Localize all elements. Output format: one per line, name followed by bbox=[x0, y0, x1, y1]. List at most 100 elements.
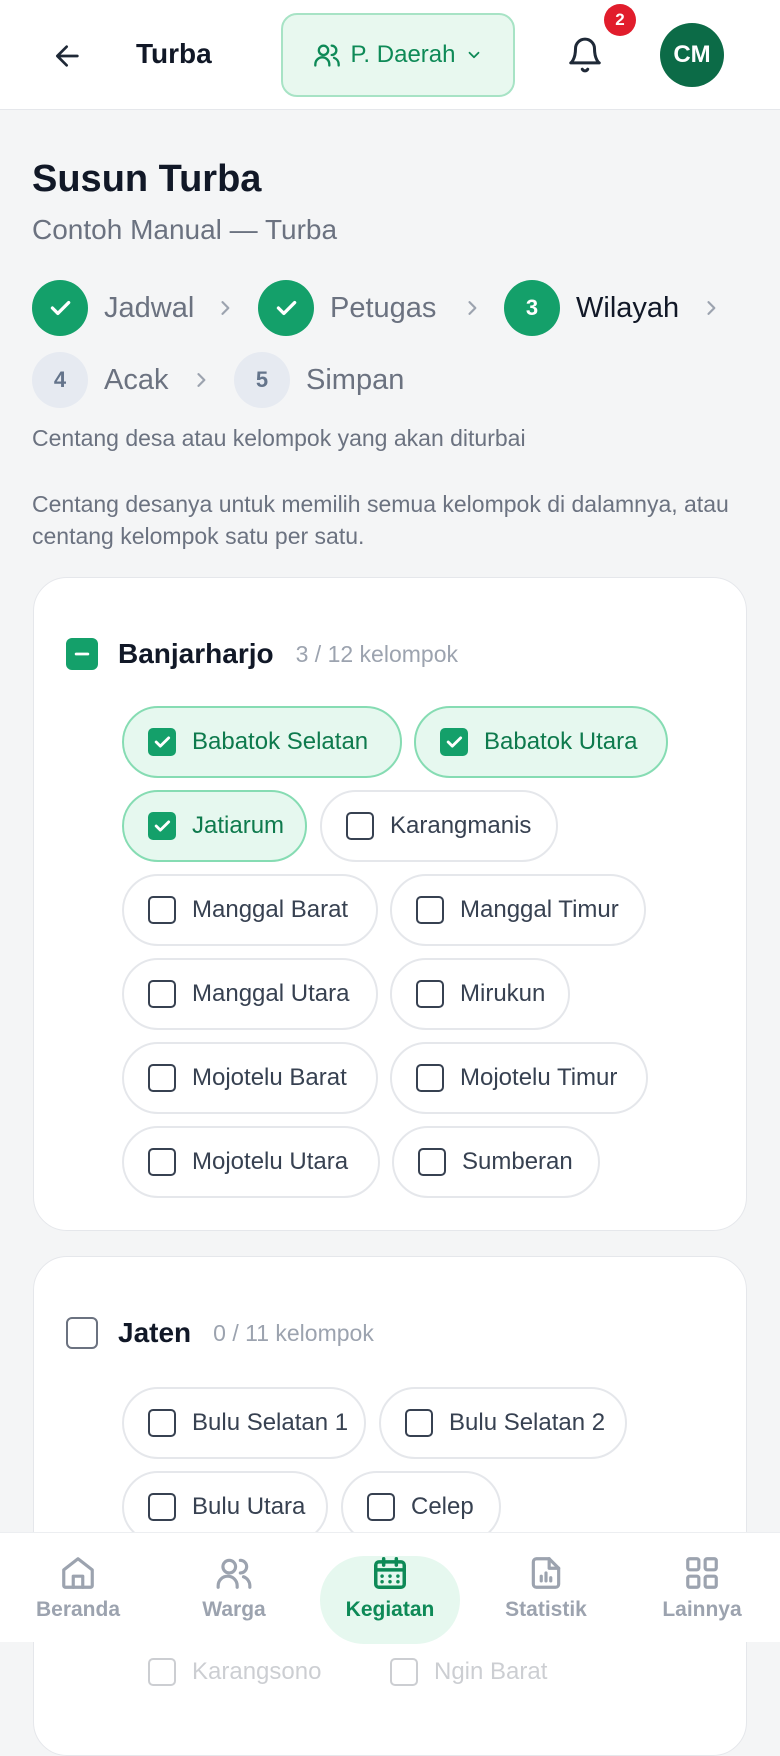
calendar-icon bbox=[374, 1557, 406, 1589]
step-simpan[interactable]: 5 Simpan bbox=[234, 352, 404, 408]
chevron-right-icon bbox=[221, 301, 230, 315]
group-chip[interactable]: Karangsono bbox=[148, 1658, 321, 1686]
checkbox-unchecked bbox=[346, 812, 374, 840]
users-icon bbox=[313, 44, 340, 67]
group-chip[interactable]: Jatiarum bbox=[122, 790, 307, 862]
group-chip[interactable]: Karangmanis bbox=[320, 790, 558, 862]
step-wilayah[interactable]: 3 Wilayah bbox=[504, 280, 679, 336]
users-icon bbox=[216, 1558, 252, 1589]
arrow-left-icon bbox=[56, 45, 79, 67]
checkbox-unchecked bbox=[148, 980, 176, 1008]
group-chip[interactable]: Manggal Utara bbox=[122, 958, 378, 1030]
grid-icon bbox=[686, 1557, 718, 1589]
step-done-check bbox=[258, 280, 314, 336]
group-label: Mojotelu Barat bbox=[192, 1064, 347, 1091]
nav-item-lainnya[interactable]: Lainnya bbox=[624, 1533, 780, 1643]
village-checkbox-partial[interactable] bbox=[66, 638, 98, 670]
notification-badge: 2 bbox=[604, 4, 636, 36]
checkbox-unchecked bbox=[148, 896, 176, 924]
bottom-navigation: Beranda Warga Kegiatan Statistik Lainnya bbox=[0, 1532, 780, 1644]
nav-label: Beranda bbox=[35, 1598, 121, 1621]
bell-icon bbox=[569, 37, 601, 73]
group-label: Manggal Utara bbox=[192, 980, 350, 1007]
group-label: Karangsono bbox=[192, 1658, 322, 1685]
instruction-hint: Centang desanya untuk memilih semua kelo… bbox=[32, 491, 729, 549]
step-label: Acak bbox=[104, 363, 169, 396]
group-label: Bulu Utara bbox=[192, 1493, 306, 1520]
village-header: Jaten 0 / 11 kelompok bbox=[66, 1317, 374, 1349]
group-label: Mirukun bbox=[460, 980, 546, 1007]
group-label: Karangmanis bbox=[390, 812, 532, 839]
check-icon bbox=[154, 736, 171, 748]
checkbox-unchecked bbox=[367, 1493, 395, 1521]
village-checkbox-unchecked[interactable] bbox=[66, 1317, 98, 1349]
check-icon bbox=[154, 820, 171, 832]
step-number: 5 bbox=[234, 352, 290, 408]
group-label: Bulu Selatan 1 bbox=[192, 1409, 349, 1436]
group-chip[interactable]: Bulu Selatan 1 bbox=[122, 1387, 366, 1459]
nav-label: Lainnya bbox=[662, 1598, 742, 1621]
checkbox-unchecked bbox=[416, 1064, 444, 1092]
step-number: 4 bbox=[32, 352, 88, 408]
checkbox-unchecked bbox=[390, 1658, 418, 1686]
group-label: Bulu Selatan 2 bbox=[449, 1409, 606, 1436]
group-label: Jatiarum bbox=[192, 812, 285, 839]
group-chip[interactable]: Bulu Selatan 2 bbox=[379, 1387, 627, 1459]
nav-item-warga[interactable]: Warga bbox=[156, 1533, 312, 1643]
nav-label: Kegiatan bbox=[345, 1598, 435, 1621]
chevron-right-icon bbox=[707, 301, 716, 315]
report-chart-icon bbox=[531, 1557, 561, 1589]
village-name: Banjarharjo bbox=[118, 638, 274, 669]
instruction-text: Centang desa atau kelompok yang akan dit… bbox=[32, 425, 526, 451]
checkbox-unchecked bbox=[148, 1493, 176, 1521]
notifications-button[interactable] bbox=[562, 32, 608, 78]
checkbox-unchecked bbox=[418, 1148, 446, 1176]
group-chip[interactable]: Mojotelu Utara bbox=[122, 1126, 380, 1198]
step-petugas[interactable]: Petugas bbox=[258, 280, 436, 336]
group-label: Sumberan bbox=[462, 1148, 573, 1175]
page-title: Susun Turba bbox=[32, 158, 262, 200]
group-chip[interactable]: Mojotelu Timur bbox=[390, 1042, 648, 1114]
group-label: Manggal Timur bbox=[460, 896, 619, 923]
avatar[interactable]: CM bbox=[660, 23, 724, 87]
checkbox-unchecked bbox=[148, 1409, 176, 1437]
page-subtitle: Contoh Manual — Turba bbox=[32, 214, 338, 245]
village-name: Jaten bbox=[118, 1317, 192, 1348]
step-label: Wilayah bbox=[576, 291, 680, 324]
group-chip[interactable]: Mojotelu Barat bbox=[122, 1042, 378, 1114]
group-chip[interactable]: Babatok Selatan bbox=[122, 706, 402, 778]
nav-item-beranda[interactable]: Beranda bbox=[0, 1533, 156, 1643]
group-label: Mojotelu Utara bbox=[192, 1148, 349, 1175]
group-chip[interactable]: Sumberan bbox=[392, 1126, 600, 1198]
nav-item-kegiatan[interactable]: Kegiatan bbox=[312, 1533, 468, 1644]
step-jadwal[interactable]: Jadwal bbox=[32, 280, 194, 336]
checkbox-checked bbox=[148, 812, 176, 840]
role-label: P. Daerah bbox=[350, 41, 456, 68]
app-title: Turba bbox=[136, 38, 212, 69]
nav-item-statistik[interactable]: Statistik bbox=[468, 1533, 624, 1643]
home-icon bbox=[62, 1557, 94, 1589]
step-number: 3 bbox=[504, 280, 560, 336]
checkbox-checked bbox=[148, 728, 176, 756]
group-label: Mojotelu Timur bbox=[460, 1064, 618, 1091]
group-chip[interactable]: Babatok Utara bbox=[414, 706, 668, 778]
nav-label: Warga bbox=[202, 1598, 266, 1621]
group-chip[interactable]: Ngin Barat bbox=[390, 1658, 547, 1686]
minus-icon bbox=[74, 652, 90, 656]
group-label: Celep bbox=[411, 1493, 474, 1520]
group-label: Babatok Selatan bbox=[192, 728, 369, 755]
group-chip[interactable]: Manggal Barat bbox=[122, 874, 378, 946]
group-chip[interactable]: Mirukun bbox=[390, 958, 570, 1030]
group-label: Ngin Barat bbox=[434, 1658, 548, 1685]
checkbox-unchecked bbox=[416, 980, 444, 1008]
village-count: 3 / 12 kelompok bbox=[295, 640, 458, 667]
group-chip[interactable]: Manggal Timur bbox=[390, 874, 646, 946]
village-header: Banjarharjo 3 / 12 kelompok bbox=[66, 638, 458, 670]
step-acak[interactable]: 4 Acak bbox=[32, 352, 168, 408]
checkbox-checked bbox=[440, 728, 468, 756]
checkbox-unchecked bbox=[148, 1148, 176, 1176]
village-card-banjarharjo: Banjarharjo 3 / 12 kelompok Babatok Sela… bbox=[33, 577, 747, 1231]
role-selector[interactable]: P. Daerah bbox=[281, 13, 515, 97]
check-icon bbox=[446, 736, 463, 748]
back-button[interactable] bbox=[46, 34, 90, 78]
